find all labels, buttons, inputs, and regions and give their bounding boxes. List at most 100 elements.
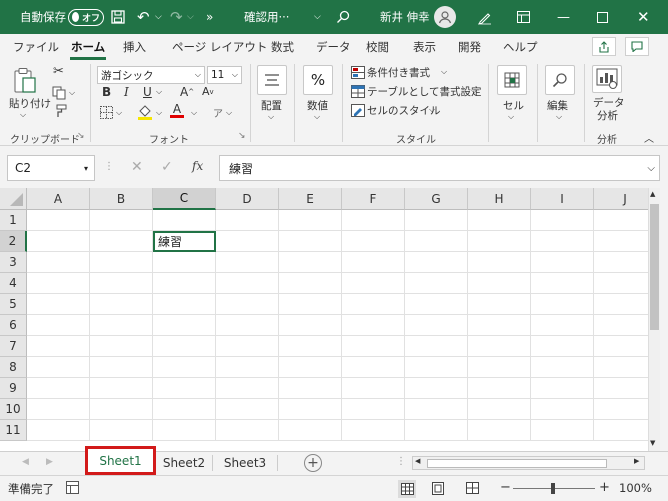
cell-c1[interactable]: [153, 210, 216, 231]
sheet-tab-sheet1[interactable]: Sheet1: [85, 446, 156, 475]
cell-d3[interactable]: [216, 252, 279, 273]
cell-e4[interactable]: [279, 273, 342, 294]
tab-formulas[interactable]: 数式: [271, 39, 294, 55]
row-header-4[interactable]: 4: [0, 273, 27, 294]
cell-c9[interactable]: [153, 378, 216, 399]
zoom-in-icon[interactable]: +: [599, 480, 610, 495]
cell-h11[interactable]: [468, 420, 531, 441]
undo-icon[interactable]: ↶: [137, 0, 150, 34]
tab-review[interactable]: 校閲: [366, 39, 389, 55]
cell-g9[interactable]: [405, 378, 468, 399]
cell-c11[interactable]: [153, 420, 216, 441]
fill-color-icon[interactable]: [137, 103, 153, 120]
tab-page-layout[interactable]: ページ レイアウト: [172, 39, 267, 55]
conditional-format-button[interactable]: 条件付き書式: [367, 65, 430, 80]
cell-h2[interactable]: [468, 231, 531, 252]
italic-icon[interactable]: I: [124, 85, 129, 99]
vertical-scroll-thumb[interactable]: [650, 204, 659, 330]
normal-view-icon[interactable]: [398, 480, 416, 498]
cell-a7[interactable]: [27, 336, 90, 357]
cell-d2[interactable]: [216, 231, 279, 252]
zoom-out-icon[interactable]: −: [500, 480, 511, 495]
cell-h6[interactable]: [468, 315, 531, 336]
cell-e5[interactable]: [279, 294, 342, 315]
font-launcher-icon[interactable]: ↘: [238, 131, 246, 141]
cell-g4[interactable]: [405, 273, 468, 294]
cell-g5[interactable]: [405, 294, 468, 315]
row-header-10[interactable]: 10: [0, 399, 27, 420]
tab-data[interactable]: データ: [316, 39, 351, 55]
cell-b11[interactable]: [90, 420, 153, 441]
column-header-e[interactable]: E: [279, 188, 342, 210]
cell-h3[interactable]: [468, 252, 531, 273]
cell-b8[interactable]: [90, 357, 153, 378]
copy-icon[interactable]: [52, 86, 66, 100]
cell-f1[interactable]: [342, 210, 405, 231]
sheet-tab-sheet3[interactable]: Sheet3: [213, 452, 277, 474]
row-header-7[interactable]: 7: [0, 336, 27, 357]
scroll-up-icon[interactable]: ▲: [650, 190, 655, 198]
collapse-ribbon-icon[interactable]: ︿: [644, 130, 654, 145]
add-sheet-icon[interactable]: +: [304, 454, 322, 472]
copy-dropdown-icon[interactable]: ⌵: [69, 88, 75, 98]
cell-a11[interactable]: [27, 420, 90, 441]
cell-a5[interactable]: [27, 294, 90, 315]
cell-g8[interactable]: [405, 357, 468, 378]
number-dropdown-icon[interactable]: ⌵: [314, 112, 320, 122]
maximize-icon[interactable]: [597, 0, 608, 34]
font-name-dropdown-icon[interactable]: ⌵: [195, 70, 201, 80]
cell-g2[interactable]: [405, 231, 468, 252]
cancel-formula-icon[interactable]: ✕: [131, 159, 143, 175]
bold-icon[interactable]: B: [102, 85, 111, 99]
tab-insert[interactable]: 挿入: [123, 39, 146, 55]
cell-h4[interactable]: [468, 273, 531, 294]
cell-e11[interactable]: [279, 420, 342, 441]
redo-dropdown-icon[interactable]: ⌵: [187, 0, 194, 34]
cell-i8[interactable]: [531, 357, 594, 378]
cell-e7[interactable]: [279, 336, 342, 357]
alignment-dropdown-icon[interactable]: ⌵: [268, 112, 274, 122]
redo-icon[interactable]: ↷: [170, 0, 183, 34]
column-header-g[interactable]: G: [405, 188, 468, 210]
cell-f10[interactable]: [342, 399, 405, 420]
cell-g6[interactable]: [405, 315, 468, 336]
name-box[interactable]: C2 ▾: [7, 155, 95, 181]
cell-h8[interactable]: [468, 357, 531, 378]
zoom-slider-thumb[interactable]: [551, 483, 555, 494]
column-header-h[interactable]: H: [468, 188, 531, 210]
cell-i10[interactable]: [531, 399, 594, 420]
expand-formula-bar-icon[interactable]: ⌵: [647, 163, 655, 174]
row-header-2[interactable]: 2: [0, 231, 27, 252]
cell-i7[interactable]: [531, 336, 594, 357]
editing-dropdown-icon[interactable]: ⌵: [556, 112, 562, 122]
cell-f3[interactable]: [342, 252, 405, 273]
scroll-left-icon[interactable]: ◀: [415, 457, 420, 465]
cell-f4[interactable]: [342, 273, 405, 294]
cell-a10[interactable]: [27, 399, 90, 420]
cell-f9[interactable]: [342, 378, 405, 399]
comments-icon[interactable]: [625, 37, 649, 56]
cell-c8[interactable]: [153, 357, 216, 378]
vertical-scrollbar[interactable]: ▲ ▼: [648, 188, 660, 451]
cell-g11[interactable]: [405, 420, 468, 441]
column-header-d[interactable]: D: [216, 188, 279, 210]
cell-g3[interactable]: [405, 252, 468, 273]
accessibility-icon[interactable]: [66, 481, 79, 494]
cell-b2[interactable]: [90, 231, 153, 252]
pen-icon[interactable]: [477, 0, 492, 34]
tab-developer[interactable]: 開発: [458, 39, 481, 55]
prev-sheet-icon[interactable]: ◀: [22, 457, 29, 467]
cell-c7[interactable]: [153, 336, 216, 357]
cell-a9[interactable]: [27, 378, 90, 399]
column-header-f[interactable]: F: [342, 188, 405, 210]
row-header-3[interactable]: 3: [0, 252, 27, 273]
cell-d7[interactable]: [216, 336, 279, 357]
font-size-select[interactable]: 11 ⌵: [207, 66, 242, 84]
cells-label[interactable]: セル: [503, 98, 524, 113]
phonetic-dropdown-icon[interactable]: ⌵: [226, 108, 232, 118]
cell-b10[interactable]: [90, 399, 153, 420]
scroll-down-icon[interactable]: ▼: [650, 439, 655, 447]
cell-e6[interactable]: [279, 315, 342, 336]
cell-i11[interactable]: [531, 420, 594, 441]
tab-view[interactable]: 表示: [413, 39, 436, 55]
